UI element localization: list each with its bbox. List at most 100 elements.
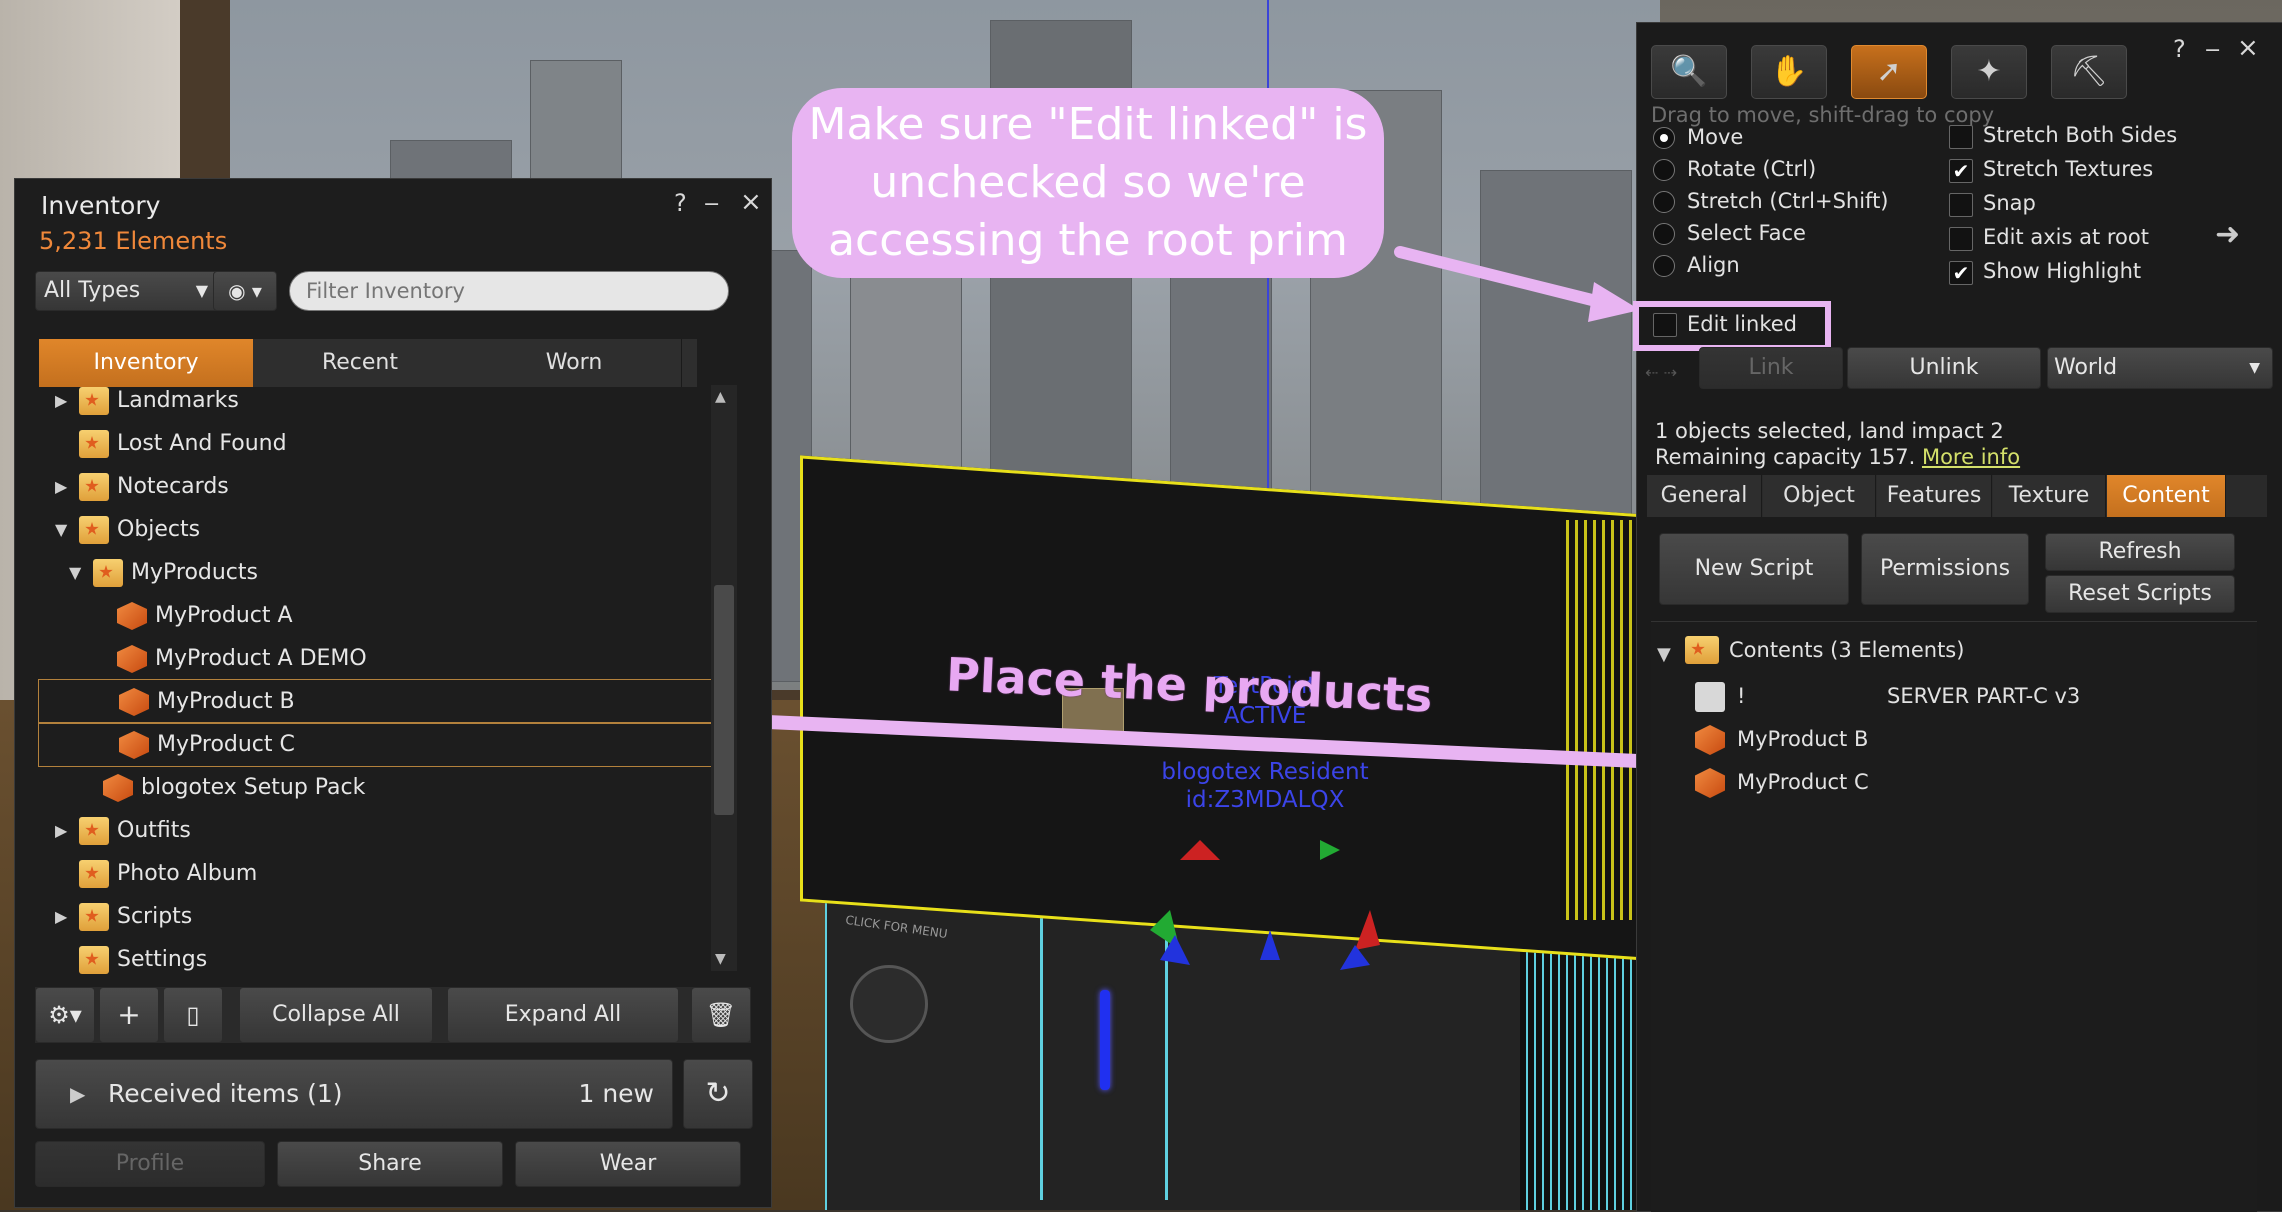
device-knob[interactable]: [850, 965, 928, 1043]
inventory-title: Inventory: [41, 191, 161, 220]
wear-button[interactable]: Wear: [515, 1141, 741, 1187]
chevron-right-icon[interactable]: ▶: [55, 465, 67, 508]
hand-icon: ✋: [1770, 54, 1808, 89]
option-checkbox[interactable]: [1949, 125, 1973, 149]
option-checkbox[interactable]: [1949, 227, 1973, 251]
permissions-button[interactable]: Permissions: [1861, 533, 2029, 605]
reset-scripts-button[interactable]: Reset Scripts: [2045, 575, 2235, 613]
tree-row[interactable]: blogotex Setup Pack: [37, 766, 717, 809]
device-seam: [1040, 900, 1043, 1200]
option-checkbox[interactable]: [1949, 193, 1973, 217]
mode-radio[interactable]: [1653, 255, 1675, 277]
help-icon[interactable]: ?: [674, 189, 687, 217]
filter-inventory-input[interactable]: [289, 271, 729, 311]
chevron-down-icon[interactable]: ▼: [55, 508, 67, 551]
scroll-down-icon[interactable]: ▼: [715, 951, 726, 967]
tree-row[interactable]: ▶ Outfits: [37, 809, 717, 852]
inventory-count: 5,231 Elements: [39, 227, 228, 255]
eye-filter-button[interactable]: ◉ ▾: [213, 271, 277, 311]
outfits-folder-icon: [79, 817, 109, 845]
more-info-link[interactable]: More info: [1922, 445, 2020, 469]
build-tab-object[interactable]: Object: [1763, 475, 1876, 517]
minimize-icon[interactable]: ‒: [704, 189, 719, 217]
tree-row[interactable]: ▶ Scripts: [37, 895, 717, 938]
owner-text-line-2: id:Z3MDALQX: [1185, 787, 1345, 813]
add-button[interactable]: +: [99, 987, 159, 1043]
tree-row-label: MyProduct B: [157, 689, 295, 714]
tree-row[interactable]: Settings: [37, 938, 717, 979]
land-tool-button[interactable]: ⛏: [2051, 45, 2127, 99]
scroll-up-icon[interactable]: ▲: [715, 389, 726, 405]
chevron-right-icon[interactable]: ▶: [55, 379, 67, 422]
option-checkbox[interactable]: ✔: [1949, 159, 1973, 183]
content-item-name[interactable]: MyProduct C: [1737, 770, 1869, 794]
type-filter-dropdown[interactable]: All Types ▼: [35, 271, 219, 311]
build-tab-texture[interactable]: Texture: [1993, 475, 2106, 517]
new-script-button[interactable]: New Script: [1659, 533, 1849, 605]
collapse-all-button[interactable]: Collapse All: [239, 987, 433, 1043]
edit-tool-button[interactable]: ➚: [1851, 45, 1927, 99]
share-button[interactable]: Share: [277, 1141, 503, 1187]
build-tab-features[interactable]: Features: [1877, 475, 1992, 517]
tree-row-label: Outfits: [117, 818, 191, 843]
help-icon[interactable]: ?: [2173, 35, 2186, 63]
gear-menu-button[interactable]: ⚙▾: [35, 987, 95, 1043]
scrollbar-thumb[interactable]: [714, 585, 734, 815]
tree-row[interactable]: MyProduct A: [37, 594, 717, 637]
close-icon[interactable]: ×: [2237, 33, 2259, 63]
mode-radio[interactable]: [1653, 191, 1675, 213]
profile-button[interactable]: Profile: [35, 1141, 265, 1187]
mode-label: Move: [1687, 125, 1744, 149]
new-window-button[interactable]: ▯: [163, 987, 223, 1043]
inventory-tree[interactable]: ▶ Landmarks Lost And Found ▶ Notecards ▼ Objec…: [37, 379, 717, 979]
edit-linked-label: Edit linked: [1687, 312, 1797, 336]
minimize-icon[interactable]: ‒: [2205, 35, 2220, 63]
chevron-down-icon[interactable]: ▼: [69, 551, 81, 594]
tree-row[interactable]: ▶ Landmarks: [37, 379, 717, 422]
object-icon: [1695, 725, 1725, 755]
option-checkbox[interactable]: ✔: [1949, 261, 1973, 285]
device-light-slot: [1100, 990, 1110, 1090]
build-tab-general[interactable]: General: [1647, 475, 1762, 517]
link-button[interactable]: Link: [1699, 347, 1843, 389]
refresh-icon: ↻: [705, 1076, 731, 1111]
reference-frame-dropdown[interactable]: World ▼: [2047, 347, 2273, 389]
tree-row[interactable]: ▼ MyProducts: [37, 551, 717, 594]
tree-row[interactable]: Photo Album: [37, 852, 717, 895]
photo-folder-icon: [79, 860, 109, 888]
tree-row[interactable]: ▶ Notecards: [37, 465, 717, 508]
chevron-down-icon: ▼: [2249, 360, 2260, 376]
content-item-name[interactable]: !: [1737, 684, 1745, 708]
refresh-button[interactable]: Refresh: [2045, 533, 2235, 571]
grab-tool-button[interactable]: ✋: [1751, 45, 1827, 99]
build-tools-panel: 🔍 ✋ ➚ ✦ ⛏ ? ‒ × Drag to move, shift-drag…: [1633, 22, 2282, 1212]
arrow-right-icon[interactable]: ➜: [2215, 217, 2240, 252]
move-gizmo-arrows[interactable]: [1120, 820, 1400, 980]
focus-tool-button[interactable]: 🔍: [1651, 45, 1727, 99]
expand-all-button[interactable]: Expand All: [447, 987, 679, 1043]
close-icon[interactable]: ×: [740, 187, 762, 217]
refresh-received-button[interactable]: ↻: [683, 1059, 753, 1129]
unlink-button[interactable]: Unlink: [1847, 347, 2041, 389]
mode-radio[interactable]: [1653, 127, 1675, 149]
content-item-name[interactable]: MyProduct B: [1737, 727, 1868, 751]
mode-radio[interactable]: [1653, 223, 1675, 245]
contents-list[interactable]: ▼ Contents (3 Elements) ! SERVER PART-C v…: [1651, 621, 2257, 1212]
chevron-right-icon[interactable]: ▶: [55, 809, 67, 852]
tree-row[interactable]: MyProduct A DEMO: [37, 637, 717, 680]
tree-row[interactable]: Lost And Found: [37, 422, 717, 465]
bulldozer-icon: ⛏: [2069, 54, 2109, 89]
mode-radio[interactable]: [1653, 159, 1675, 181]
tree-row[interactable]: ▼ Objects: [37, 508, 717, 551]
collapse-arrow-icon[interactable]: ▼: [1657, 644, 1671, 665]
tree-scrollbar[interactable]: ▲ ▼: [711, 385, 737, 971]
edit-linked-checkbox[interactable]: [1653, 313, 1677, 337]
chevron-right-icon[interactable]: ▶: [55, 895, 67, 938]
build-tab-content[interactable]: Content: [2107, 475, 2226, 517]
object-icon: [117, 645, 147, 673]
received-items-bar[interactable]: ▶ Received items (1) 1 new: [35, 1059, 673, 1129]
tree-row[interactable]: MyProduct C: [38, 722, 716, 767]
tree-row[interactable]: MyProduct B: [38, 679, 716, 724]
create-tool-button[interactable]: ✦: [1951, 45, 2027, 99]
trash-button[interactable]: 🗑: [691, 987, 751, 1043]
